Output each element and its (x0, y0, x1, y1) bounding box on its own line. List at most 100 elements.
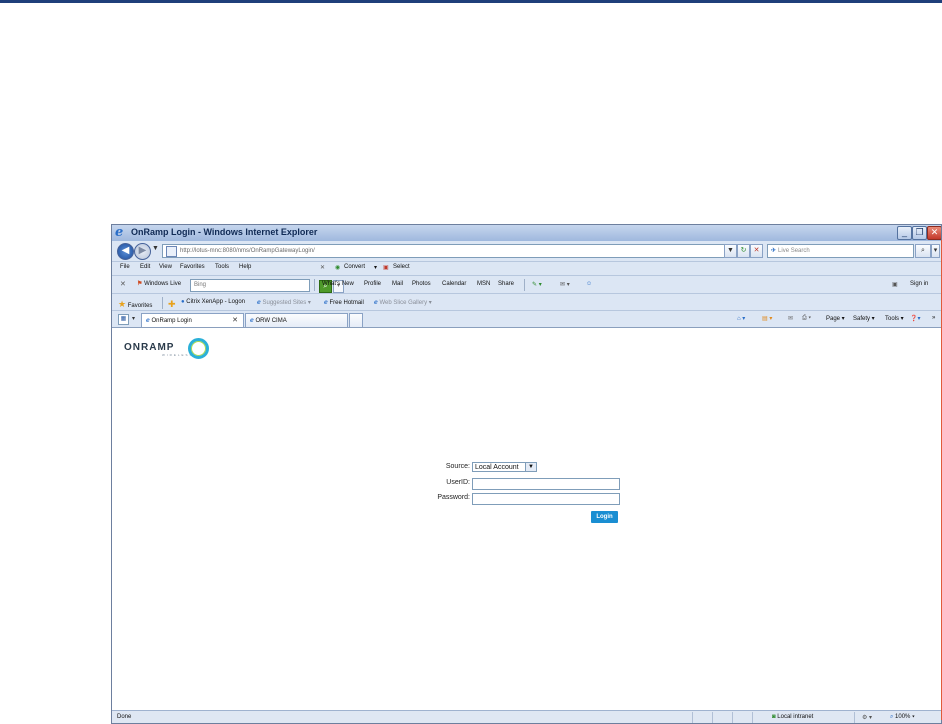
page-icon (166, 246, 177, 257)
tab-label: ORW CIMA (255, 318, 287, 324)
ie-window: e OnRamp Login - Windows Internet Explor… (111, 224, 942, 724)
convert-button[interactable]: Convert (344, 264, 365, 270)
security-zone[interactable]: ◙ Local intranet (772, 714, 813, 720)
wl-link-share[interactable]: Share (498, 281, 514, 287)
address-input[interactable]: http://lotus-mnc:8080/nms/OnRampGatewayL… (162, 244, 735, 258)
maximize-button[interactable]: ❐ (912, 226, 927, 240)
fav-suggested-label: Suggested Sites (262, 300, 307, 306)
fav-free-hotmail[interactable]: e Free Hotmail (324, 299, 364, 306)
tools-menu-label: Tools (885, 316, 900, 322)
hotmail-icon: e (324, 299, 328, 306)
bing-search-input[interactable]: Bing ⌕ ▾ (190, 279, 344, 293)
menu-view[interactable]: View (159, 264, 172, 270)
wl-options-icon[interactable]: ▣ (892, 281, 898, 288)
convert-dropdown-icon[interactable]: ▾ (374, 264, 377, 271)
menu-favorites[interactable]: Favorites (180, 264, 205, 270)
logo-text: ONRAMP (124, 342, 175, 353)
wl-link-photos[interactable]: Photos (412, 281, 431, 287)
new-tab-button[interactable] (349, 313, 363, 327)
bing-search-value: Bing (194, 282, 207, 288)
favorites-button[interactable]: ★ Favorites (118, 299, 152, 310)
top-border (0, 0, 942, 3)
password-input[interactable] (472, 493, 620, 505)
source-label: Source: (445, 463, 470, 470)
feeds-icon[interactable]: ▤ ▾ (762, 315, 772, 322)
menu-help[interactable]: Help (239, 264, 251, 270)
tab-onramp-login[interactable]: e OnRamp Login ✕ (141, 313, 244, 327)
tab-orw-cima[interactable]: e ORW CIMA (245, 313, 348, 327)
tools-menu[interactable]: Tools ▾ (885, 315, 904, 322)
search-options-icon[interactable]: ▾ (931, 244, 940, 258)
close-button[interactable]: ✕ (927, 226, 941, 240)
onramp-logo: ONRAMP WIRELESS (124, 337, 214, 361)
convert-icon: ◉ (335, 265, 341, 271)
separator (162, 297, 163, 309)
web-slice-icon: e (374, 299, 378, 306)
login-button[interactable]: Login (591, 511, 618, 523)
live-search-logo-icon: ✈ (771, 248, 777, 254)
protected-mode-icon[interactable]: ⚙ ▾ (862, 714, 872, 721)
messenger-icon[interactable]: ☺ (586, 281, 592, 287)
add-star-icon: ✚ (168, 299, 176, 309)
separator (732, 712, 733, 723)
address-dropdown-icon[interactable]: ▼ (724, 244, 737, 258)
live-search-placeholder: Live Search (778, 248, 810, 254)
tab-list-dropdown-icon[interactable]: ▾ (132, 315, 135, 322)
menu-file[interactable]: File (120, 264, 130, 270)
windows-live-brand[interactable]: ⚑ Windows Live (137, 280, 181, 287)
menu-bar: File Edit View Favorites Tools Help ✕ ◉ … (112, 261, 941, 276)
menu-edit[interactable]: Edit (140, 264, 150, 270)
read-mail-icon[interactable]: ✉ (788, 315, 793, 322)
wl-link-calendar[interactable]: Calendar (442, 281, 466, 287)
stop-icon[interactable]: ✕ (750, 244, 763, 258)
menu-tools[interactable]: Tools (215, 264, 229, 270)
quick-tabs-icon[interactable]: ▦ (118, 314, 129, 325)
tab-page-icon: e (250, 317, 254, 324)
chevron-more-icon[interactable]: » (932, 315, 935, 321)
fav-web-slice-gallery[interactable]: e Web Slice Gallery ▾ (374, 299, 432, 306)
intranet-icon: ◙ (772, 714, 776, 720)
search-icon[interactable]: ⌕ (915, 244, 931, 258)
select-button[interactable]: Select (393, 264, 410, 270)
safety-menu[interactable]: Safety ▾ (853, 315, 875, 322)
source-value: Local Account (475, 464, 519, 471)
minimize-button[interactable]: _ (897, 226, 912, 240)
suggested-sites-icon: e (257, 299, 261, 306)
wl-link-msn[interactable]: MSN (477, 281, 490, 287)
select-icon: ▣ (383, 265, 389, 271)
wl-link-mail[interactable]: Mail (392, 281, 403, 287)
add-favorites-icon[interactable]: ✚ (168, 299, 176, 310)
back-arrow-icon[interactable]: ◀ (117, 243, 134, 260)
fav-citrix-label: Citrix XenApp - Logon (186, 299, 245, 305)
refresh-icon[interactable]: ↻ (737, 244, 750, 258)
separator (692, 712, 693, 723)
live-search-input[interactable]: ✈ Live Search (767, 244, 914, 258)
separator (712, 712, 713, 723)
toolbar-close-icon[interactable]: ✕ (320, 264, 325, 271)
userid-input[interactable] (472, 478, 620, 490)
fav-citrix-xenapp[interactable]: ● Citrix XenApp - Logon (181, 299, 245, 305)
wl-link-profile[interactable]: Profile (364, 281, 381, 287)
forward-arrow-icon[interactable]: ▶ (134, 243, 151, 260)
wl-close-icon[interactable]: ✕ (120, 280, 126, 288)
favorites-star-icon: ★ (118, 299, 127, 309)
tab-close-icon[interactable]: ✕ (232, 314, 238, 328)
windows-live-flag-icon: ⚑ (137, 281, 143, 287)
help-icon[interactable]: ❓▾ (910, 315, 920, 322)
home-icon[interactable]: ⌂ ▾ (737, 315, 745, 322)
windows-live-toolbar: ✕ ⚑ Windows Live Bing ⌕ ▾ What's New Pro… (112, 275, 941, 294)
fav-suggested-sites[interactable]: e Suggested Sites ▾ (257, 299, 311, 306)
safety-menu-label: Safety (853, 316, 871, 322)
wl-link-whats-new[interactable]: What's New (322, 281, 354, 287)
separator (314, 279, 315, 291)
page-menu[interactable]: Page ▾ (826, 315, 845, 322)
source-select[interactable]: Local Account ▼ (472, 462, 537, 472)
zoom-level[interactable]: ⌕ 100% ▾ (890, 714, 915, 721)
history-dropdown-icon[interactable]: ▼ (152, 245, 159, 252)
print-icon[interactable]: ⎙ ▾ (802, 315, 811, 322)
spaces-icon[interactable]: ✎ ▾ (532, 281, 542, 288)
chevron-down-icon[interactable]: ▼ (525, 463, 536, 471)
zoom-icon: ⌕ (890, 714, 894, 720)
sign-in-link[interactable]: Sign in (910, 281, 928, 287)
mail-envelope-icon[interactable]: ✉ ▾ (560, 281, 570, 288)
